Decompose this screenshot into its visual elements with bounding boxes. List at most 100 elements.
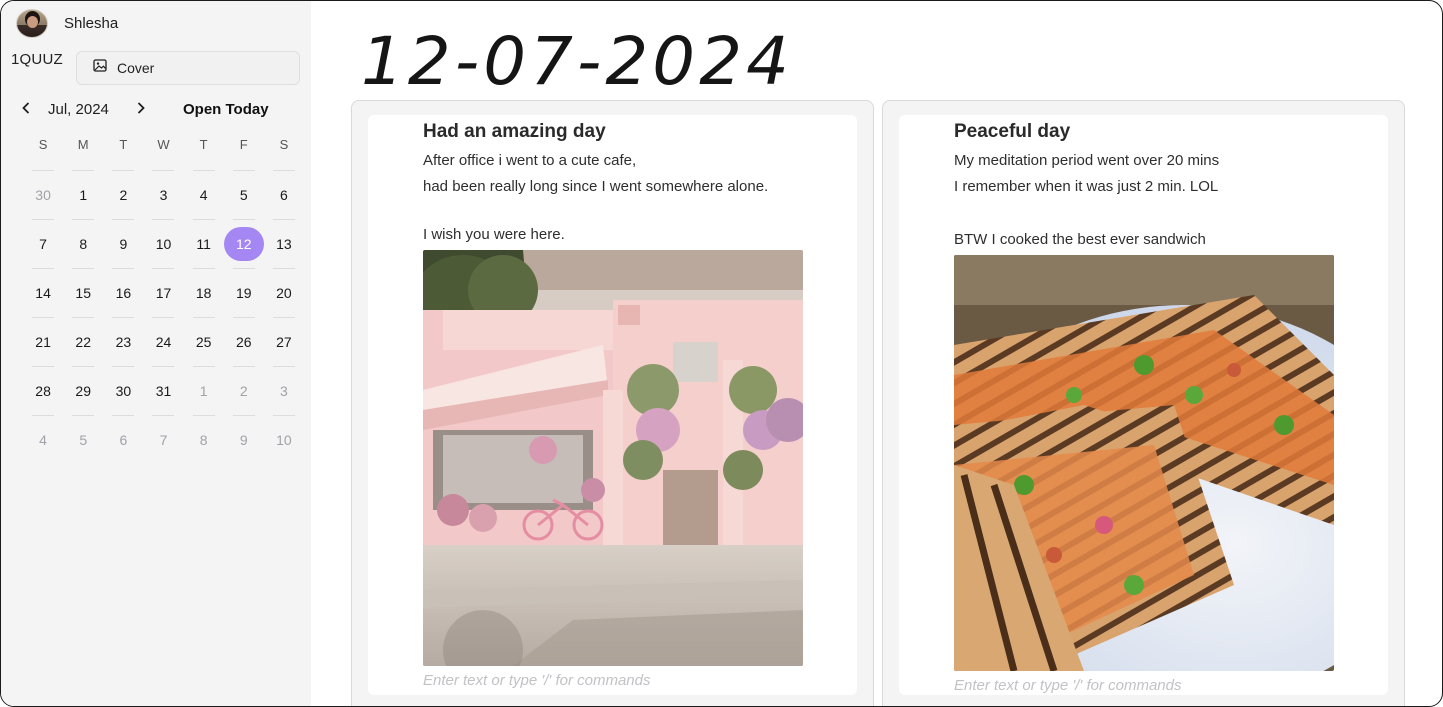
weekday-label: M: [77, 137, 89, 152]
calendar-day-number: 16: [115, 284, 132, 301]
calendar-day[interactable]: 30: [103, 366, 143, 415]
calendar-day-number: 7: [39, 235, 47, 252]
calendar-day-number: 22: [75, 333, 91, 350]
calendar-day[interactable]: 21: [23, 317, 63, 366]
calendar-day[interactable]: 10: [264, 415, 304, 464]
entry-text[interactable]: had been really long since I went somewh…: [423, 176, 783, 197]
calendar-day-number: 24: [155, 333, 172, 350]
calendar-day[interactable]: 31: [143, 366, 183, 415]
calendar-day[interactable]: 1: [63, 170, 103, 219]
calendar-day[interactable]: 20: [264, 268, 304, 317]
cover-button-label: Cover: [117, 60, 155, 76]
calendar-day[interactable]: 5: [224, 170, 264, 219]
calendar-day-number: 17: [155, 284, 172, 301]
entry-title[interactable]: Peaceful day: [954, 121, 1070, 143]
calendar-day-number: 2: [119, 186, 128, 203]
calendar-day-number: 13: [276, 235, 292, 252]
editor-placeholder[interactable]: Enter text or type '/' for commands: [423, 672, 650, 689]
calendar-day[interactable]: 4: [23, 415, 63, 464]
calendar-day[interactable]: 8: [63, 219, 103, 268]
calendar-day[interactable]: 4: [184, 170, 224, 219]
entry-text[interactable]: My meditation period went over 20 mins: [954, 150, 1314, 171]
calendar-day[interactable]: 7: [23, 219, 63, 268]
calendar-day-number: 19: [235, 284, 252, 301]
calendar-day[interactable]: 22: [63, 317, 103, 366]
entry-text[interactable]: I remember when it was just 2 min. LOL: [954, 176, 1314, 197]
calendar-day-number: 7: [159, 431, 168, 448]
weekday-label: S: [38, 137, 48, 152]
next-month-button[interactable]: [134, 99, 148, 121]
cover-button[interactable]: Cover: [76, 51, 300, 85]
calendar-day[interactable]: 17: [143, 268, 183, 317]
user-profile[interactable]: Shlesha: [16, 8, 118, 38]
prev-month-button[interactable]: [19, 99, 33, 121]
calendar-day[interactable]: 9: [103, 219, 143, 268]
calendar-day[interactable]: 5: [63, 415, 103, 464]
calendar-day[interactable]: 7: [143, 415, 183, 464]
entry-editor[interactable]: Had an amazing day After office i went t…: [368, 115, 857, 695]
entry-text[interactable]: BTW I cooked the best ever sandwich: [954, 229, 1314, 250]
calendar-day[interactable]: 27: [264, 317, 304, 366]
journal-entry-card: Had an amazing day After office i went t…: [351, 100, 874, 706]
calendar-day-number: 28: [35, 382, 51, 399]
weekday-label: W: [157, 137, 170, 152]
calendar-day[interactable]: 11: [184, 219, 224, 268]
calendar-day[interactable]: 18: [184, 268, 224, 317]
open-today-button[interactable]: Open Today: [183, 101, 269, 118]
calendar-day[interactable]: 25: [184, 317, 224, 366]
calendar-day[interactable]: 12: [223, 219, 264, 268]
calendar-day[interactable]: 28: [23, 366, 63, 415]
editor-placeholder[interactable]: Enter text or type '/' for commands: [954, 677, 1181, 694]
calendar-day-number: 4: [39, 431, 47, 448]
calendar-day[interactable]: 29: [63, 366, 103, 415]
calendar-day[interactable]: 9: [224, 415, 264, 464]
calendar-day-number: 30: [35, 186, 51, 203]
avatar[interactable]: [16, 8, 48, 38]
calendar-day-number: 25: [195, 333, 212, 350]
calendar-day[interactable]: 14: [23, 268, 63, 317]
user-name: Shlesha: [64, 14, 119, 32]
calendar-day[interactable]: 30: [23, 170, 63, 219]
calendar-day[interactable]: 1: [184, 366, 224, 415]
calendar-day[interactable]: 16: [103, 268, 143, 317]
calendar-day-number: 18: [195, 284, 212, 301]
calendar-day-number: 8: [79, 235, 88, 252]
calendar-day[interactable]: 23: [103, 317, 143, 366]
calendar-day[interactable]: 24: [143, 317, 183, 366]
calendar-day[interactable]: 15: [63, 268, 103, 317]
calendar-day-number: 8: [199, 431, 208, 448]
entry-text[interactable]: I wish you were here.: [423, 224, 783, 245]
calendar-day-number: 3: [280, 382, 288, 399]
app-window: Shlesha 1QUUZ Cover Jul, 2024 Open Today…: [0, 0, 1443, 707]
entry-title[interactable]: Had an amazing day: [423, 121, 606, 143]
sidebar: Shlesha 1QUUZ Cover Jul, 2024 Open Today…: [1, 1, 311, 706]
calendar-day[interactable]: 3: [143, 170, 183, 219]
calendar-day-number: 14: [35, 284, 51, 301]
calendar-day[interactable]: 2: [224, 366, 264, 415]
calendar-day[interactable]: 6: [103, 415, 143, 464]
calendar-day-number: 30: [115, 382, 132, 399]
calendar-day[interactable]: 8: [184, 415, 224, 464]
calendar-grid: 30 1 2 3 4 5 6 7 8 9 10 11 12 13 14 15 16 17 18 19 20 21 22 23 2…: [23, 170, 304, 464]
calendar-day-number: 5: [79, 431, 88, 448]
calendar-day[interactable]: 2: [103, 170, 143, 219]
calendar-day-number: 20: [276, 284, 292, 301]
grilled-sandwich-photo[interactable]: [954, 255, 1334, 671]
calendar-day-number: 1: [199, 382, 208, 399]
calendar-day[interactable]: 19: [224, 268, 264, 317]
entry-editor[interactable]: Peaceful day My meditation period went o…: [899, 115, 1388, 695]
calendar-day-number: 26: [235, 333, 252, 350]
calendar-day[interactable]: 6: [264, 170, 304, 219]
calendar-day[interactable]: 3: [264, 366, 304, 415]
calendar-day-number: 5: [239, 186, 248, 203]
calendar-day[interactable]: 13: [264, 219, 304, 268]
calendar-day-number: 4: [199, 186, 208, 203]
calendar-day-number: 3: [159, 186, 168, 203]
calendar-day[interactable]: 10: [143, 219, 183, 268]
calendar-day[interactable]: 26: [224, 317, 264, 366]
calendar-day-number: 23: [115, 333, 132, 350]
calendar-day-number: 10: [155, 235, 172, 252]
pink-cafe-photo[interactable]: [423, 250, 803, 666]
entry-text[interactable]: After office i went to a cute cafe,: [423, 150, 783, 171]
calendar-day-number: 9: [239, 431, 248, 448]
